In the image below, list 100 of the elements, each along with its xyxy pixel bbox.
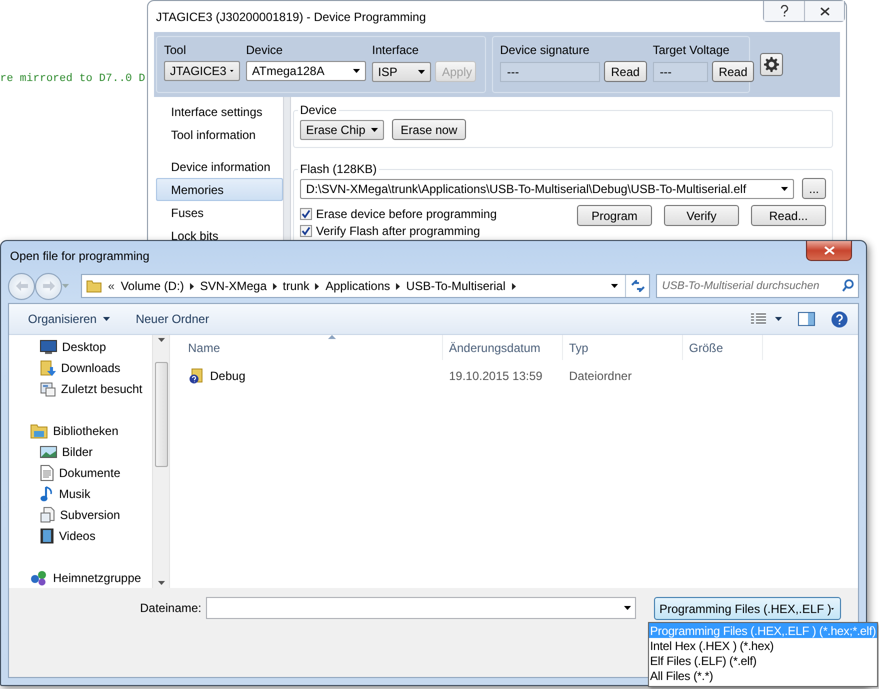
folder-icon <box>86 278 102 294</box>
help-icon <box>831 310 848 328</box>
list-view-icon <box>751 313 767 325</box>
interface-label: Interface <box>372 43 420 57</box>
device-label: Device <box>246 43 284 57</box>
code-text: re mirrored to D7..0 D <box>0 73 146 85</box>
action-button[interactable]: Read... <box>751 205 826 226</box>
breadcrumb[interactable]: trunk <box>282 279 310 293</box>
checkbox[interactable]: Erase device before programming <box>300 205 497 222</box>
caret-icon <box>230 69 234 73</box>
breadcrumb[interactable]: USB-To-Multiserial <box>406 279 506 293</box>
refresh-icon <box>630 280 644 292</box>
erase-now-button[interactable]: Erase now <box>392 119 466 140</box>
address-bar[interactable]: « Volume (D:) SVN-XMega trunk Applications USB-To-Multiserial <box>81 274 650 298</box>
nav-item[interactable]: Videos <box>9 525 152 546</box>
date-cell-text: 19.10.2015 13:59 <box>448 369 544 383</box>
document-stack-icon <box>40 506 55 522</box>
nav-item[interactable]: Bilder <box>9 441 152 462</box>
tool-dropdown[interactable]: JTAGICE3 <box>164 61 240 81</box>
sidebar-item[interactable]: Device information <box>156 155 284 178</box>
breadcrumb[interactable]: SVN-XMega <box>200 279 267 293</box>
column-header[interactable]: Name <box>188 335 443 360</box>
column-header[interactable]: Typ <box>563 335 683 360</box>
target-voltage-field: --- <box>652 62 708 82</box>
filename-field[interactable] <box>206 597 636 619</box>
file-type-option[interactable]: All Files (*.*) <box>649 668 877 683</box>
breadcrumb[interactable]: Volume (D:) <box>120 279 184 293</box>
column-header[interactable]: Größe <box>683 335 763 360</box>
help-button[interactable] <box>831 310 848 328</box>
close-button[interactable] <box>804 1 844 21</box>
organize-menu[interactable]: Organisieren <box>28 312 110 326</box>
preview-pane-button[interactable] <box>798 312 815 326</box>
breadcrumb[interactable]: Applications <box>325 279 390 293</box>
help-icon <box>780 5 788 17</box>
file-type-option[interactable]: Intel Hex (.HEX ) (*.hex) <box>649 638 877 653</box>
nav-item[interactable]: Dokumente <box>9 462 152 483</box>
caret-icon <box>371 128 378 132</box>
search-icon <box>842 279 854 292</box>
file-type-dropdown[interactable]: Programming Files (.HEX,.ELF ) <box>654 597 842 620</box>
file-path-dropdown[interactable]: D:\SVN-XMega\trunk\Applications\USB-To-Multiserial\Debug\USB-To-Multiserial.elf <box>300 178 794 198</box>
sidebar-item[interactable]: Tool information <box>156 123 284 146</box>
sidebar-item[interactable]: Interface settings <box>156 100 284 123</box>
close-button[interactable] <box>806 241 852 261</box>
search-field[interactable]: USB-To-Multiserial durchsuchen <box>656 274 859 298</box>
chevron-right-icon <box>190 282 194 290</box>
help-button[interactable] <box>764 1 804 21</box>
dialog-title: Open file for programming <box>10 249 150 263</box>
action-button[interactable]: Verify <box>664 205 739 226</box>
filename-label: Dateiname: <box>140 601 202 615</box>
settings-button[interactable] <box>760 53 783 76</box>
nav-item[interactable]: Heimnetzgruppe <box>9 567 152 588</box>
group-title: Flash (128KB) <box>299 162 378 176</box>
scrollbar-thumb[interactable] <box>154 362 168 467</box>
caret-icon <box>418 70 425 74</box>
nav-item[interactable]: Zuletzt besucht <box>9 378 152 399</box>
caret-icon <box>831 606 834 610</box>
interface-dropdown[interactable]: ISP <box>372 62 431 82</box>
column-header[interactable]: Änderungsdatum <box>443 335 563 360</box>
caret-icon <box>102 317 110 321</box>
action-button[interactable]: Program <box>577 205 652 226</box>
monitor-icon <box>40 340 57 354</box>
chevron-right-icon <box>315 282 320 290</box>
checkbox-box[interactable] <box>300 224 312 236</box>
sidebar-item[interactable]: Fuses <box>156 201 284 224</box>
overflow-mark: « <box>108 279 115 293</box>
document-icon <box>40 464 54 480</box>
nav-item[interactable]: Subversion <box>9 504 152 525</box>
file-name-cell[interactable]: Debug <box>188 368 443 384</box>
arrow-right-icon <box>42 281 54 291</box>
checkbox-label: Verify Flash after programming <box>316 224 480 238</box>
nav-item[interactable]: Bibliotheken <box>9 420 152 441</box>
picture-icon <box>40 444 57 458</box>
nav-item[interactable]: Musik <box>9 483 152 504</box>
type-cell-text: Dateiordner <box>568 369 633 383</box>
caret-icon <box>610 284 618 288</box>
arrow-left-icon <box>16 281 28 291</box>
sidebar-item[interactable]: Memories <box>156 178 284 201</box>
device-dropdown[interactable]: ATmega128A <box>246 61 366 81</box>
read-signature-button[interactable]: Read <box>604 61 647 82</box>
new-folder-button[interactable]: Neuer Ordner <box>136 312 210 326</box>
caret-icon <box>353 69 360 73</box>
nav-item[interactable]: Desktop <box>9 336 152 357</box>
checkbox[interactable]: Verify Flash after programming <box>300 222 497 239</box>
tool-label: Tool <box>164 43 188 57</box>
folder-download-icon <box>40 360 56 376</box>
caret-icon <box>158 581 164 585</box>
device-signature-label: Device signature <box>500 43 590 57</box>
chevron-right-icon <box>396 282 400 290</box>
chevron-right-icon <box>512 282 516 290</box>
nav-item[interactable]: Downloads <box>9 357 152 378</box>
caret-icon <box>62 284 69 288</box>
checkbox-box[interactable] <box>300 208 312 220</box>
caret-icon <box>158 338 164 342</box>
file-type-option[interactable]: Elf Files (.ELF) (*.elf) <box>649 653 877 668</box>
scrollbar[interactable] <box>152 335 169 588</box>
settings-icon <box>764 57 779 72</box>
read-voltage-button[interactable]: Read <box>712 61 754 82</box>
browse-button[interactable]: ... <box>802 178 826 199</box>
view-options-button[interactable] <box>751 313 782 325</box>
erase-mode-dropdown[interactable]: Erase Chip <box>300 120 384 140</box>
